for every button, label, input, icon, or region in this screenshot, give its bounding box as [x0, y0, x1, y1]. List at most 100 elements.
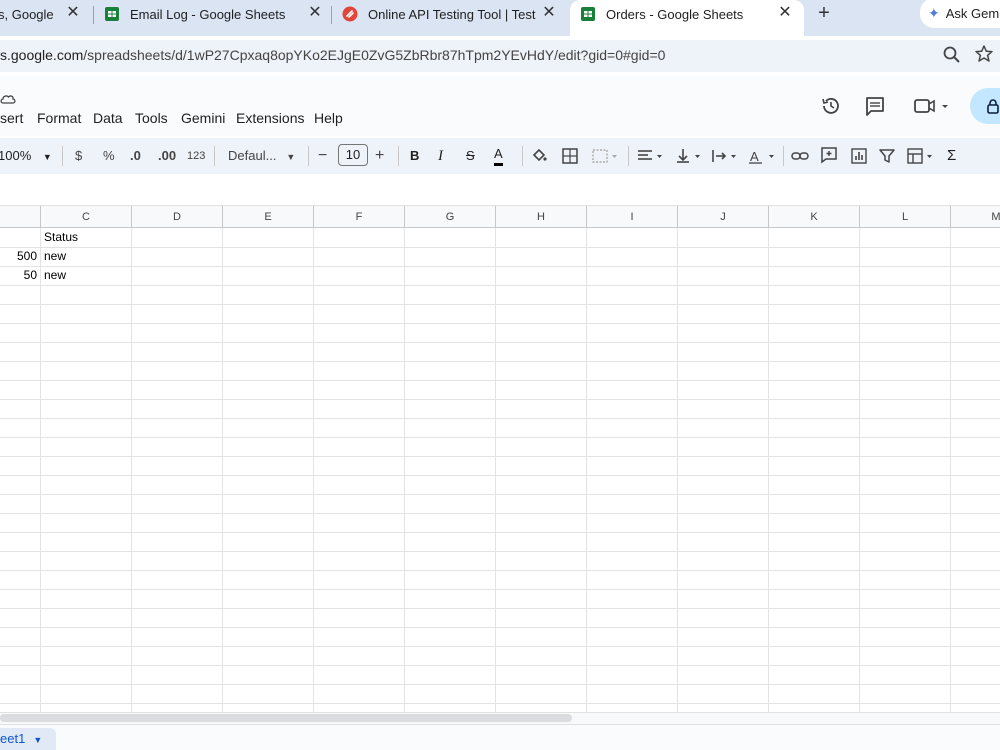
- grid-line: [0, 323, 1000, 324]
- functions-icon[interactable]: Σ: [947, 146, 956, 166]
- grid-line: [0, 646, 1000, 647]
- insert-link-icon[interactable]: [791, 147, 809, 165]
- column-header[interactable]: C: [41, 206, 132, 228]
- font-size-decrease-button[interactable]: −: [318, 146, 327, 166]
- close-icon[interactable]: ✕: [306, 4, 324, 22]
- merge-cells-icon[interactable]: [591, 147, 619, 165]
- menu-help[interactable]: Help: [314, 110, 343, 126]
- sheet-tab[interactable]: eet1 ▼: [0, 728, 56, 750]
- column-header[interactable]: D: [132, 206, 223, 228]
- share-button[interactable]: [970, 88, 1000, 124]
- menu-insert[interactable]: sert: [0, 110, 23, 126]
- text-color-icon[interactable]: A: [494, 146, 503, 166]
- cell-c2[interactable]: new: [41, 247, 131, 266]
- column-header[interactable]: L: [860, 206, 951, 228]
- insert-comment-icon[interactable]: [820, 146, 838, 164]
- column-header[interactable]: E: [223, 206, 314, 228]
- grid-line: [0, 665, 1000, 666]
- grid-line: [313, 228, 314, 712]
- horizontal-align-icon[interactable]: [636, 147, 666, 165]
- percent-format-button[interactable]: %: [103, 146, 115, 166]
- grid-line: [0, 418, 1000, 419]
- tab-email-log[interactable]: Email Log - Google Sheets ✕: [104, 0, 330, 28]
- address-bar: s.google.com/spreadsheets/d/1wP27Cpxaq8o…: [0, 36, 1000, 76]
- ask-gemini-button[interactable]: ✦ Ask Gem: [920, 0, 1000, 28]
- strikethrough-icon[interactable]: S: [466, 146, 475, 166]
- meet-call-icon[interactable]: [912, 95, 952, 117]
- column-header[interactable]: G: [405, 206, 496, 228]
- increase-decimal-button[interactable]: .00: [158, 146, 176, 166]
- number-format-button[interactable]: 123: [187, 146, 205, 166]
- formula-bar[interactable]: [0, 174, 1000, 206]
- zoom-value: 100%: [0, 148, 32, 163]
- svg-text:A: A: [750, 149, 759, 164]
- tab-strip: s, Google ✕ Email Log - Google Sheets ✕ …: [0, 0, 1000, 36]
- column-header[interactable]: I: [587, 206, 678, 228]
- tab-title: Online API Testing Tool | Test Yo: [368, 6, 536, 22]
- new-tab-button[interactable]: +: [812, 2, 836, 26]
- scrollbar-thumb[interactable]: [0, 714, 572, 722]
- italic-icon[interactable]: I: [438, 146, 443, 166]
- borders-icon[interactable]: [561, 147, 579, 165]
- vertical-align-icon[interactable]: [674, 147, 704, 165]
- column-header-b[interactable]: [0, 206, 41, 228]
- column-header[interactable]: F: [314, 206, 405, 228]
- filter-icon[interactable]: [878, 147, 896, 165]
- toolbar-divider: [522, 146, 523, 166]
- cell-c3[interactable]: new: [41, 266, 131, 285]
- decrease-decimal-button[interactable]: .0: [130, 146, 141, 166]
- menu-format[interactable]: Format: [37, 110, 81, 126]
- grid-line: [0, 399, 1000, 400]
- column-header[interactable]: H: [496, 206, 587, 228]
- column-header[interactable]: J: [678, 206, 769, 228]
- column-header[interactable]: M: [951, 206, 1000, 228]
- cloud-saved-icon[interactable]: [0, 92, 16, 106]
- menu-data[interactable]: Data: [93, 110, 123, 126]
- toolbar-divider: [398, 146, 399, 166]
- grid-line: [222, 228, 223, 712]
- close-icon[interactable]: ✕: [776, 4, 794, 22]
- tab-api-testing[interactable]: Online API Testing Tool | Test Yo ✕: [342, 0, 564, 28]
- column-header[interactable]: K: [769, 206, 860, 228]
- grid-line: [859, 228, 860, 712]
- cell-b2[interactable]: 500: [0, 247, 40, 266]
- grid-line: [0, 266, 1000, 267]
- menu-tools[interactable]: Tools: [135, 110, 168, 126]
- text-wrapping-icon[interactable]: [710, 147, 740, 165]
- cell-b3[interactable]: 50: [0, 266, 40, 285]
- tab-google-docs[interactable]: s, Google ✕: [0, 0, 90, 28]
- tab-orders[interactable]: Orders - Google Sheets ✕: [570, 0, 804, 36]
- grid-line: [0, 475, 1000, 476]
- toolbar-divider: [783, 146, 784, 166]
- insert-chart-icon[interactable]: [850, 147, 868, 165]
- grid-line: [0, 247, 1000, 248]
- close-icon[interactable]: ✕: [540, 4, 558, 22]
- font-size-input[interactable]: 10: [338, 144, 368, 166]
- zoom-select[interactable]: 100% ▼: [0, 146, 52, 166]
- bookmark-star-icon[interactable]: [974, 44, 994, 64]
- menu-gemini[interactable]: Gemini: [181, 110, 225, 126]
- chevron-down-icon[interactable]: ▼: [33, 729, 42, 750]
- close-icon[interactable]: ✕: [64, 4, 82, 22]
- grid-line: [495, 228, 496, 712]
- filter-views-icon[interactable]: [906, 147, 936, 165]
- font-value: Defaul...: [228, 148, 277, 163]
- currency-format-button[interactable]: $: [75, 146, 82, 166]
- spreadsheet-grid[interactable]: C D E F G H I J K L M Status 500 new 50 …: [0, 206, 1000, 712]
- toolbar-divider: [628, 146, 629, 166]
- comments-icon[interactable]: [864, 95, 886, 117]
- ask-gemini-label: Ask Gem: [945, 5, 1000, 21]
- fill-color-icon[interactable]: [530, 146, 548, 164]
- font-size-increase-button[interactable]: +: [375, 146, 384, 166]
- font-select[interactable]: Defaul... ▼: [228, 146, 295, 166]
- url-text[interactable]: s.google.com/spreadsheets/d/1wP27Cpxaq8o…: [0, 47, 665, 63]
- tab-title: Orders - Google Sheets: [606, 6, 744, 22]
- bold-icon[interactable]: B: [410, 146, 419, 166]
- cell-c1[interactable]: Status: [41, 228, 131, 247]
- menu-extensions[interactable]: Extensions: [236, 110, 304, 126]
- zoom-icon[interactable]: [942, 45, 962, 65]
- sheet-tab-label: eet1: [0, 731, 26, 746]
- text-rotation-icon[interactable]: A: [748, 147, 778, 165]
- version-history-icon[interactable]: [820, 95, 842, 117]
- cell-b1[interactable]: [0, 228, 40, 247]
